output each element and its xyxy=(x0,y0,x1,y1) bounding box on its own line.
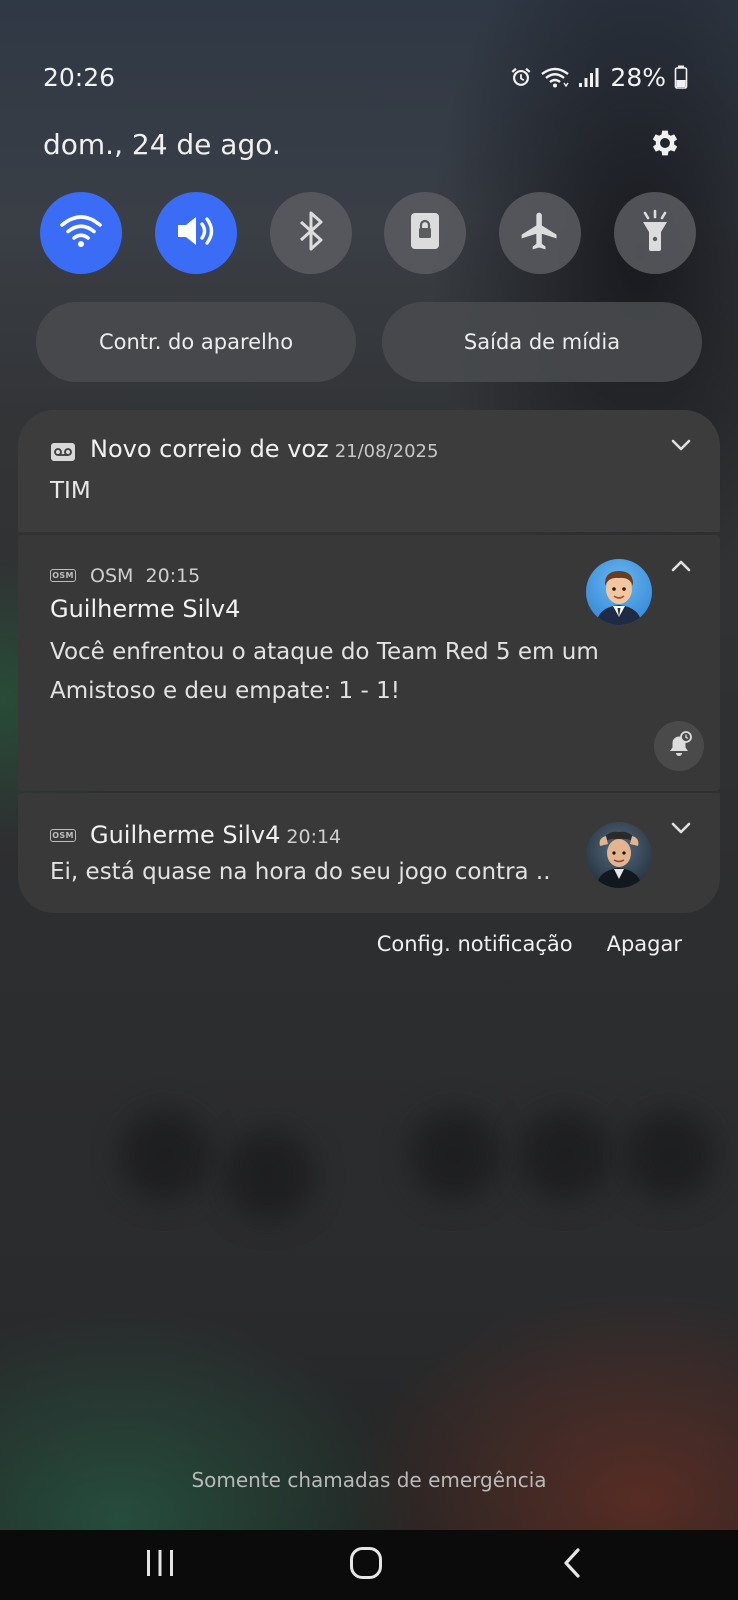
app-name: OSM xyxy=(90,565,134,587)
device-control-button[interactable]: Contr. do aparelho xyxy=(36,302,356,382)
wifi-icon xyxy=(59,213,103,253)
wifi-icon xyxy=(540,66,570,88)
avatar xyxy=(586,559,652,625)
notification-title: Novo correio de voz 21/08/2025 xyxy=(90,435,438,463)
notification-body: Ei, está quase na hora do seu jogo contr… xyxy=(50,859,551,885)
notification-header: OSM 20:15 xyxy=(90,565,200,587)
airplane-toggle[interactable] xyxy=(499,192,581,274)
sound-toggle[interactable] xyxy=(155,192,237,274)
home-icon xyxy=(349,1546,383,1584)
home-button[interactable] xyxy=(316,1530,416,1600)
sound-icon xyxy=(174,211,218,255)
recent-apps-icon xyxy=(145,1549,175,1581)
back-icon xyxy=(561,1547,583,1583)
status-bar: 20:26 28% xyxy=(43,60,688,94)
status-icons: 28% xyxy=(510,63,688,92)
chevron-up-icon[interactable] xyxy=(668,553,694,579)
airplane-icon xyxy=(518,209,562,257)
quick-settings-toggles xyxy=(40,192,696,274)
rotation-lock-toggle[interactable] xyxy=(384,192,466,274)
sender-name: Guilherme Silv4 xyxy=(90,821,281,849)
snooze-bell-icon xyxy=(664,729,694,763)
bluetooth-toggle[interactable] xyxy=(270,192,352,274)
back-button[interactable] xyxy=(522,1530,622,1600)
osm-app-icon: OSM xyxy=(50,569,76,582)
background-blur xyxy=(410,1110,500,1200)
notification-time: 20:14 xyxy=(286,826,342,848)
chevron-down-icon[interactable] xyxy=(668,432,694,458)
rotation-lock-icon xyxy=(408,210,442,256)
notification-title: Guilherme Silv4 20:14 xyxy=(90,821,341,849)
flashlight-icon xyxy=(638,209,672,257)
background-blur xyxy=(520,1110,610,1200)
recent-apps-button[interactable] xyxy=(110,1530,210,1600)
background-blur xyxy=(225,1130,315,1220)
emergency-calls-only-label: Somente chamadas de emergência xyxy=(191,1468,547,1492)
background-blur xyxy=(120,1110,210,1200)
clear-all-button[interactable]: Apagar xyxy=(607,932,682,956)
chevron-down-icon[interactable] xyxy=(668,815,694,841)
date-label: dom., 24 de ago. xyxy=(43,128,281,161)
notification-date: 21/08/2025 xyxy=(334,441,439,462)
voicemail-title: Novo correio de voz xyxy=(90,435,329,463)
notification-body: TIM xyxy=(50,478,91,504)
battery-icon xyxy=(674,65,688,89)
media-output-button[interactable]: Saída de mídia xyxy=(382,302,702,382)
snooze-button[interactable] xyxy=(654,721,704,771)
notification-title: Guilherme Silv4 xyxy=(50,595,241,623)
wifi-toggle[interactable] xyxy=(40,192,122,274)
bluetooth-icon xyxy=(296,210,326,256)
notification-actions: Config. notificação Apagar xyxy=(377,932,682,956)
notification-osm-collapsed[interactable]: OSM Guilherme Silv4 20:14 Ei, está quase … xyxy=(18,793,720,913)
notification-osm-expanded[interactable]: OSM OSM 20:15 Guilherme Silv4 Você enfre… xyxy=(18,535,720,791)
notification-voicemail[interactable]: Novo correio de voz 21/08/2025 TIM xyxy=(18,410,720,532)
navigation-bar xyxy=(0,1530,738,1600)
notification-settings-button[interactable]: Config. notificação xyxy=(377,932,573,956)
background-blur xyxy=(625,1110,715,1200)
alarm-icon xyxy=(510,66,532,88)
osm-app-icon: OSM xyxy=(50,829,76,842)
status-time: 20:26 xyxy=(43,62,116,92)
battery-percentage: 28% xyxy=(610,62,666,92)
flashlight-toggle[interactable] xyxy=(614,192,696,274)
notification-body: Você enfrentou o ataque do Team Red 5 em… xyxy=(50,639,599,704)
avatar xyxy=(586,822,652,888)
gear-icon[interactable] xyxy=(648,126,682,160)
voicemail-icon xyxy=(50,442,76,466)
notification-time: 20:15 xyxy=(145,565,201,587)
signal-icon xyxy=(578,66,600,88)
